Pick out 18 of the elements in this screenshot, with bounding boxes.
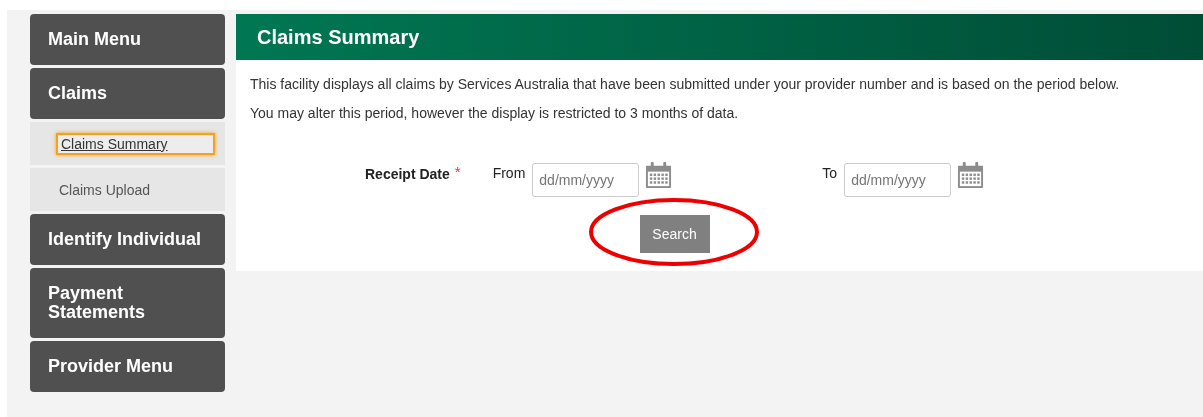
description-text: This facility displays all claims by Services Australia that have been submitted under your provider number and is based on the period below. — [250, 75, 1121, 94]
sidebar-section[interactable]: Claims — [30, 68, 225, 119]
sidebar-section[interactable]: Main Menu — [30, 14, 225, 65]
sidebar-section[interactable]: Payment Statements — [30, 268, 225, 338]
from-label: From — [492, 165, 526, 181]
required-mark: * — [454, 163, 461, 180]
to-label: To — [822, 165, 838, 181]
description-text: You may alter this period, however the display is restricted to 3 months of data. — [250, 104, 740, 123]
sidebar-link[interactable]: Claims Summary — [56, 132, 215, 155]
field-label: Receipt Date — [365, 166, 450, 182]
sidebar-section[interactable]: Identify Individual — [30, 214, 225, 265]
calendar-icon[interactable] — [957, 162, 985, 189]
sidebar-section[interactable]: Provider Menu — [30, 341, 225, 392]
date-field[interactable]: dd/mm/yyyy — [532, 163, 640, 197]
search-button[interactable]: Search — [639, 215, 710, 253]
date-field[interactable]: dd/mm/yyyy — [844, 163, 952, 197]
panel-title: Claims Summary — [236, 14, 1203, 60]
calendar-icon[interactable] — [645, 162, 673, 189]
